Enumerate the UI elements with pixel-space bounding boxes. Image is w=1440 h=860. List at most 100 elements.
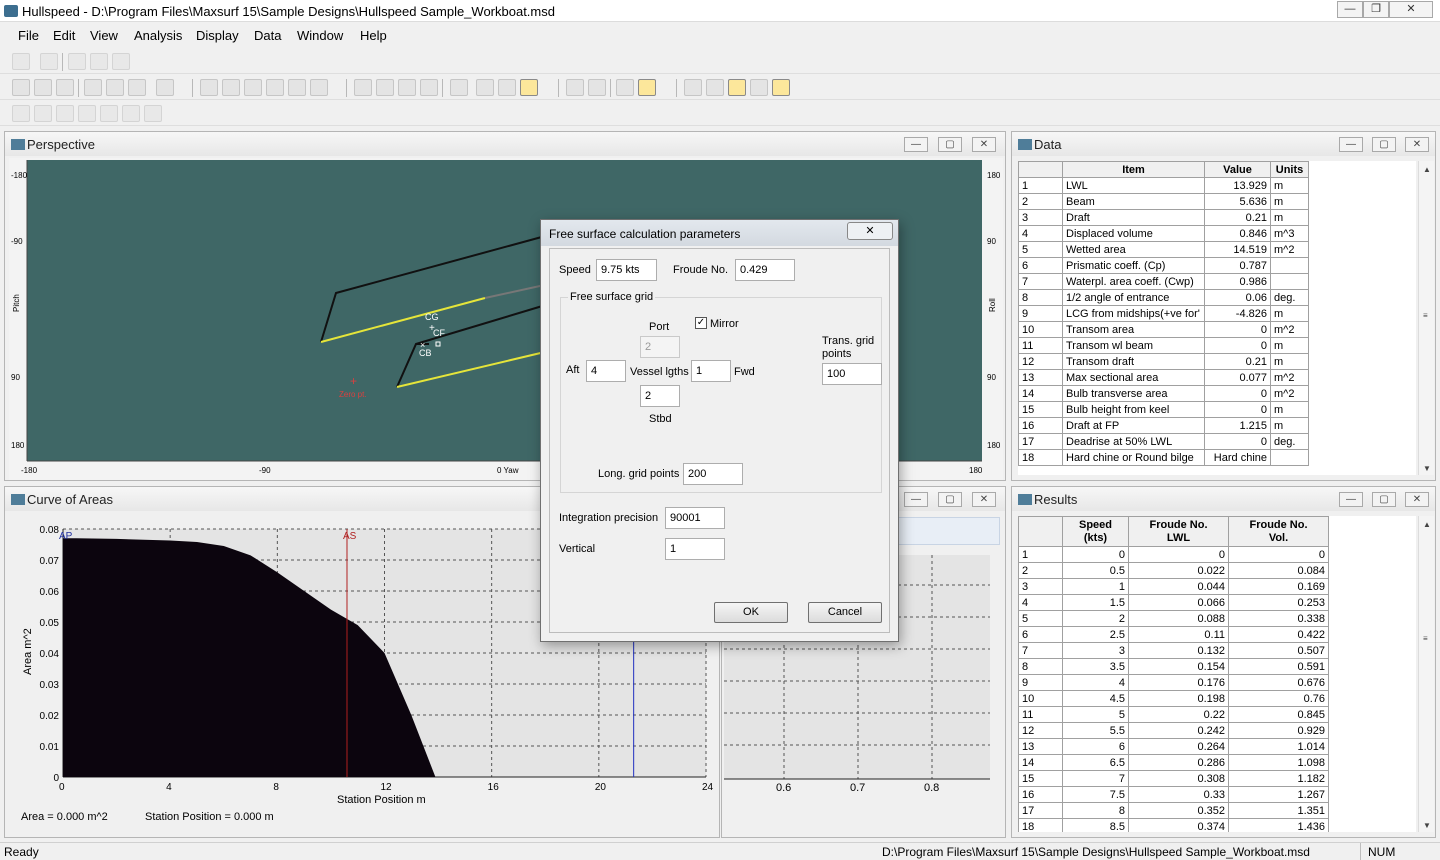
speed-cell[interactable]: 7 <box>1062 770 1129 787</box>
froude-lwl-cell[interactable]: 0.352 <box>1128 802 1229 819</box>
item-cell[interactable]: Bulb transverse area <box>1062 385 1205 402</box>
new-file-icon[interactable] <box>12 79 30 96</box>
minimize-icon[interactable]: — <box>1339 492 1363 507</box>
arrow-right-icon[interactable] <box>122 105 140 122</box>
row-number[interactable]: 11 <box>1018 706 1063 723</box>
mirror-checkbox[interactable]: ✓ <box>695 317 707 329</box>
trans-grid-input[interactable]: 100 <box>822 363 882 385</box>
speed-cell[interactable]: 1 <box>1062 578 1129 595</box>
table-row[interactable]: 14 Bulb transverse area 0 m^2 <box>1018 385 1309 402</box>
close-icon[interactable]: ✕ <box>1389 1 1433 18</box>
table-row[interactable]: 1 LWL 13.929 m <box>1018 177 1309 194</box>
col-header-units[interactable]: Units <box>1270 161 1309 178</box>
speed-cell[interactable]: 8.5 <box>1062 818 1129 832</box>
froude-vol-cell[interactable]: 1.014 <box>1228 738 1329 755</box>
speed-cell[interactable]: 8 <box>1062 802 1129 819</box>
table-row[interactable]: 12 Transom draft 0.21 m <box>1018 353 1309 370</box>
table-row[interactable]: 8 3.5 0.154 0.591 <box>1018 658 1329 675</box>
units-cell[interactable]: deg. <box>1270 289 1309 306</box>
units-cell[interactable]: m <box>1270 305 1309 322</box>
units-cell[interactable]: deg. <box>1270 433 1309 450</box>
item-cell[interactable]: Bulb height from keel <box>1062 401 1205 418</box>
results-scrollbar[interactable]: ▲ ≡ ▼ <box>1418 516 1434 832</box>
froude-vol-cell[interactable]: 0.76 <box>1228 690 1329 707</box>
row-number[interactable]: 3 <box>1018 209 1063 226</box>
row-number[interactable]: 6 <box>1018 257 1063 274</box>
table-row[interactable]: 18 8.5 0.374 1.436 <box>1018 818 1329 832</box>
row-number[interactable]: 9 <box>1018 305 1063 322</box>
home-view-icon[interactable] <box>266 79 284 96</box>
froude-lwl-cell[interactable]: 0.33 <box>1128 786 1229 803</box>
view-side-icon[interactable] <box>376 79 394 96</box>
print-icon[interactable] <box>156 79 174 96</box>
froude-lwl-cell[interactable]: 0.242 <box>1128 722 1229 739</box>
minimize-icon[interactable]: — <box>904 492 928 507</box>
dialog-close-button[interactable]: ✕ <box>847 222 893 240</box>
arrow-left-icon[interactable] <box>78 105 96 122</box>
row-number[interactable]: 18 <box>1018 818 1063 832</box>
item-cell[interactable]: Beam <box>1062 193 1205 210</box>
row-number[interactable]: 15 <box>1018 770 1063 787</box>
units-cell[interactable]: m <box>1270 209 1309 226</box>
surface-calc-icon[interactable] <box>588 79 606 96</box>
item-cell[interactable]: Wetted area <box>1062 241 1205 258</box>
maximize-icon[interactable]: ▢ <box>938 492 962 507</box>
row-number[interactable]: 3 <box>1018 578 1063 595</box>
menu-file[interactable]: File <box>18 28 39 43</box>
units-cell[interactable] <box>1270 273 1309 290</box>
item-cell[interactable]: Waterpl. area coeff. (Cwp) <box>1062 273 1205 290</box>
value-cell[interactable]: 0.787 <box>1204 257 1271 274</box>
cut-icon[interactable] <box>84 79 102 96</box>
grid2-icon[interactable] <box>90 53 108 70</box>
table-row[interactable]: 3 1 0.044 0.169 <box>1018 578 1329 595</box>
item-cell[interactable]: Draft at FP <box>1062 417 1205 434</box>
units-cell[interactable] <box>1270 449 1309 466</box>
row-number[interactable]: 17 <box>1018 802 1063 819</box>
froude-vol-cell[interactable]: 0 <box>1228 546 1329 563</box>
froude-vol-cell[interactable]: 0.507 <box>1228 642 1329 659</box>
table-row[interactable]: 11 Transom wl beam 0 m <box>1018 337 1309 354</box>
row-number[interactable]: 12 <box>1018 722 1063 739</box>
row-number[interactable]: 13 <box>1018 369 1063 386</box>
sphere-icon[interactable] <box>12 105 30 122</box>
close-icon[interactable]: ✕ <box>1405 492 1429 507</box>
circle-icon[interactable] <box>34 105 52 122</box>
units-cell[interactable]: m^2 <box>1270 385 1309 402</box>
value-cell[interactable]: -4.826 <box>1204 305 1271 322</box>
table-row[interactable]: 13 Max sectional area 0.077 m^2 <box>1018 369 1309 386</box>
froude-vol-cell[interactable]: 0.929 <box>1228 722 1329 739</box>
speed-cell[interactable]: 4.5 <box>1062 690 1129 707</box>
value-cell[interactable]: Hard chine <box>1204 449 1271 466</box>
speed-cell[interactable]: 3 <box>1062 642 1129 659</box>
speed-cell[interactable]: 6.5 <box>1062 754 1129 771</box>
value-cell[interactable]: 0.986 <box>1204 273 1271 290</box>
froude-lwl-cell[interactable]: 0.066 <box>1128 594 1229 611</box>
table-row[interactable]: 18 Hard chine or Round bilge Hard chine <box>1018 449 1309 466</box>
zoom-out-icon[interactable] <box>222 79 240 96</box>
item-cell[interactable]: Max sectional area <box>1062 369 1205 386</box>
table-row[interactable]: 12 5.5 0.242 0.929 <box>1018 722 1329 739</box>
froude-vol-cell[interactable]: 1.267 <box>1228 786 1329 803</box>
froude-lwl-cell[interactable]: 0.11 <box>1128 626 1229 643</box>
item-cell[interactable]: 1/2 angle of entrance <box>1062 289 1205 306</box>
record-icon[interactable] <box>616 79 634 96</box>
row-number[interactable]: 10 <box>1018 321 1063 338</box>
table-row[interactable]: 7 3 0.132 0.507 <box>1018 642 1329 659</box>
save-icon[interactable] <box>56 79 74 96</box>
froude-lwl-cell[interactable]: 0.308 <box>1128 770 1229 787</box>
col-header-froude-vol[interactable]: Froude No. Vol. <box>1228 516 1329 547</box>
tile-icon[interactable] <box>40 53 58 70</box>
col-header-item[interactable]: Item <box>1062 161 1205 178</box>
row-number[interactable]: 2 <box>1018 193 1063 210</box>
table-row[interactable]: 15 7 0.308 1.182 <box>1018 770 1329 787</box>
table-row[interactable]: 17 8 0.352 1.351 <box>1018 802 1329 819</box>
maximize-icon[interactable]: ▢ <box>1372 137 1396 152</box>
col-header-speed[interactable]: Speed (kts) <box>1062 516 1129 547</box>
col-header-value[interactable]: Value <box>1204 161 1271 178</box>
row-number[interactable]: 8 <box>1018 289 1063 306</box>
row-number[interactable]: 2 <box>1018 562 1063 579</box>
ok-button[interactable]: OK <box>714 602 788 623</box>
menu-window[interactable]: Window <box>297 28 343 43</box>
speed-cell[interactable]: 1.5 <box>1062 594 1129 611</box>
open-file-icon[interactable] <box>34 79 52 96</box>
